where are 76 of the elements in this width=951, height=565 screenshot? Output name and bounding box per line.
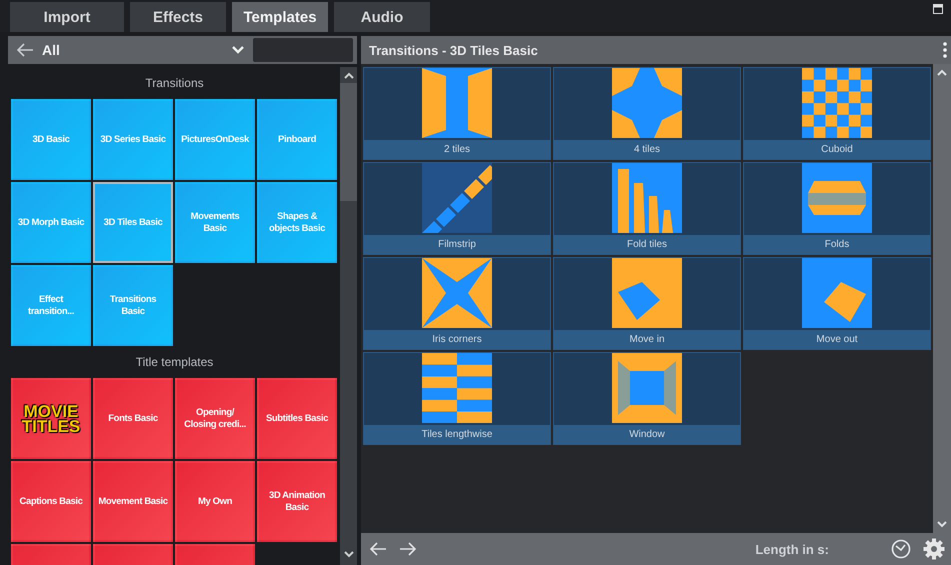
transition-card[interactable]: Move out	[743, 257, 931, 350]
chevron-up-icon[interactable]	[936, 68, 948, 78]
card-label: Fold tiles	[554, 235, 740, 254]
template-tile[interactable]: Shapes & objects Basic	[257, 182, 337, 263]
back-arrow-icon[interactable]	[16, 43, 34, 57]
tile-pattern-drawing	[802, 163, 872, 233]
panel-title: Transitions - 3D Tiles Basic	[369, 42, 539, 58]
transition-card[interactable]: Fold tiles	[553, 162, 741, 255]
transition-card[interactable]: Filmstrip	[363, 162, 551, 255]
tab[interactable]: Templates	[232, 2, 328, 32]
tile-pattern-drawing	[802, 258, 872, 328]
template-tile[interactable]: Movements Basic	[175, 182, 255, 263]
card-label: 4 tiles	[554, 140, 740, 159]
template-tile[interactable]: Movement Basic	[93, 461, 173, 542]
tile-pattern-drawing	[612, 353, 682, 423]
template-tile[interactable]: Transitions Basic	[93, 265, 173, 346]
scrollbar[interactable]	[933, 64, 951, 533]
length-label: Length in s:	[755, 542, 829, 556]
template-tile[interactable]: PicturesOnDesk	[175, 99, 255, 180]
search-field[interactable]	[253, 38, 353, 62]
tile-pattern-drawing	[422, 258, 492, 328]
template-tile[interactable]: 3D Tiles Basic	[93, 182, 173, 263]
tile-pattern-drawing	[612, 258, 682, 328]
template-tile[interactable]: 3D Basic	[11, 99, 91, 180]
chevron-down-icon[interactable]	[936, 519, 948, 529]
template-tile[interactable]: MOVIE TITLES	[11, 378, 91, 459]
card-label: Filmstrip	[364, 235, 550, 254]
card-label: Move in	[554, 330, 740, 349]
template-tile[interactable]: 3D Animation Basic	[257, 461, 337, 542]
filter-label: All	[42, 42, 61, 58]
tile-pattern-drawing	[422, 163, 492, 233]
tab[interactable]: Effects	[130, 2, 226, 32]
transition-card[interactable]: Iris corners	[363, 257, 551, 350]
transition-card[interactable]: Cuboid	[743, 67, 931, 160]
card-label: 2 tiles	[364, 140, 550, 159]
back-arrow-icon[interactable]	[369, 542, 387, 556]
template-tile[interactable]: Opening/ Closing credi...	[175, 378, 255, 459]
template-tile[interactable]: My Own	[175, 461, 255, 542]
tile-pattern-drawing	[422, 353, 492, 423]
tile-pattern-drawing	[612, 68, 682, 138]
section-title: Transitions	[145, 76, 204, 90]
more-options-icon[interactable]	[943, 42, 947, 58]
template-tile[interactable]: 3D Morph Basic	[11, 182, 91, 263]
card-label: Iris corners	[364, 330, 550, 349]
card-label: Move out	[744, 330, 930, 349]
template-tile[interactable]: Subtitles Basic	[257, 378, 337, 459]
forward-arrow-icon[interactable]	[399, 542, 417, 556]
scrollbar[interactable]	[340, 67, 357, 565]
transition-card[interactable]: Move in	[553, 257, 741, 350]
chevron-up-icon[interactable]	[342, 71, 354, 81]
chevron-down-icon[interactable]	[342, 549, 354, 559]
card-label: Window	[554, 425, 740, 444]
template-tile[interactable]: Pinboard	[257, 99, 337, 180]
transition-card[interactable]: Folds	[743, 162, 931, 255]
clock-icon[interactable]	[891, 539, 911, 559]
template-tile[interactable]: Fonts Basic	[93, 378, 173, 459]
tile-pattern-drawing	[422, 68, 492, 138]
section-title: Title templates	[136, 355, 214, 369]
card-label: Folds	[744, 235, 930, 254]
template-tile[interactable]: 3D Series Basic	[93, 99, 173, 180]
tab[interactable]: Import	[10, 2, 124, 32]
window-icon[interactable]	[933, 4, 943, 14]
template-tile[interactable]: Captions Basic	[11, 461, 91, 542]
card-label: Tiles lengthwise	[364, 425, 550, 444]
settings-icon[interactable]	[923, 538, 945, 560]
scroll-thumb[interactable]	[340, 83, 357, 201]
tab[interactable]: Audio	[334, 2, 430, 32]
transition-card[interactable]: Window	[553, 352, 741, 445]
transition-card[interactable]: Tiles lengthwise	[363, 352, 551, 445]
card-label: Cuboid	[744, 140, 930, 159]
transition-card[interactable]: 2 tiles	[363, 67, 551, 160]
tile-pattern-drawing	[612, 163, 682, 233]
transition-card[interactable]: 4 tiles	[553, 67, 741, 160]
template-tile[interactable]: Effect transition...	[11, 265, 91, 346]
chevron-down-icon[interactable]	[231, 45, 245, 55]
tile-pattern-drawing	[802, 68, 872, 138]
